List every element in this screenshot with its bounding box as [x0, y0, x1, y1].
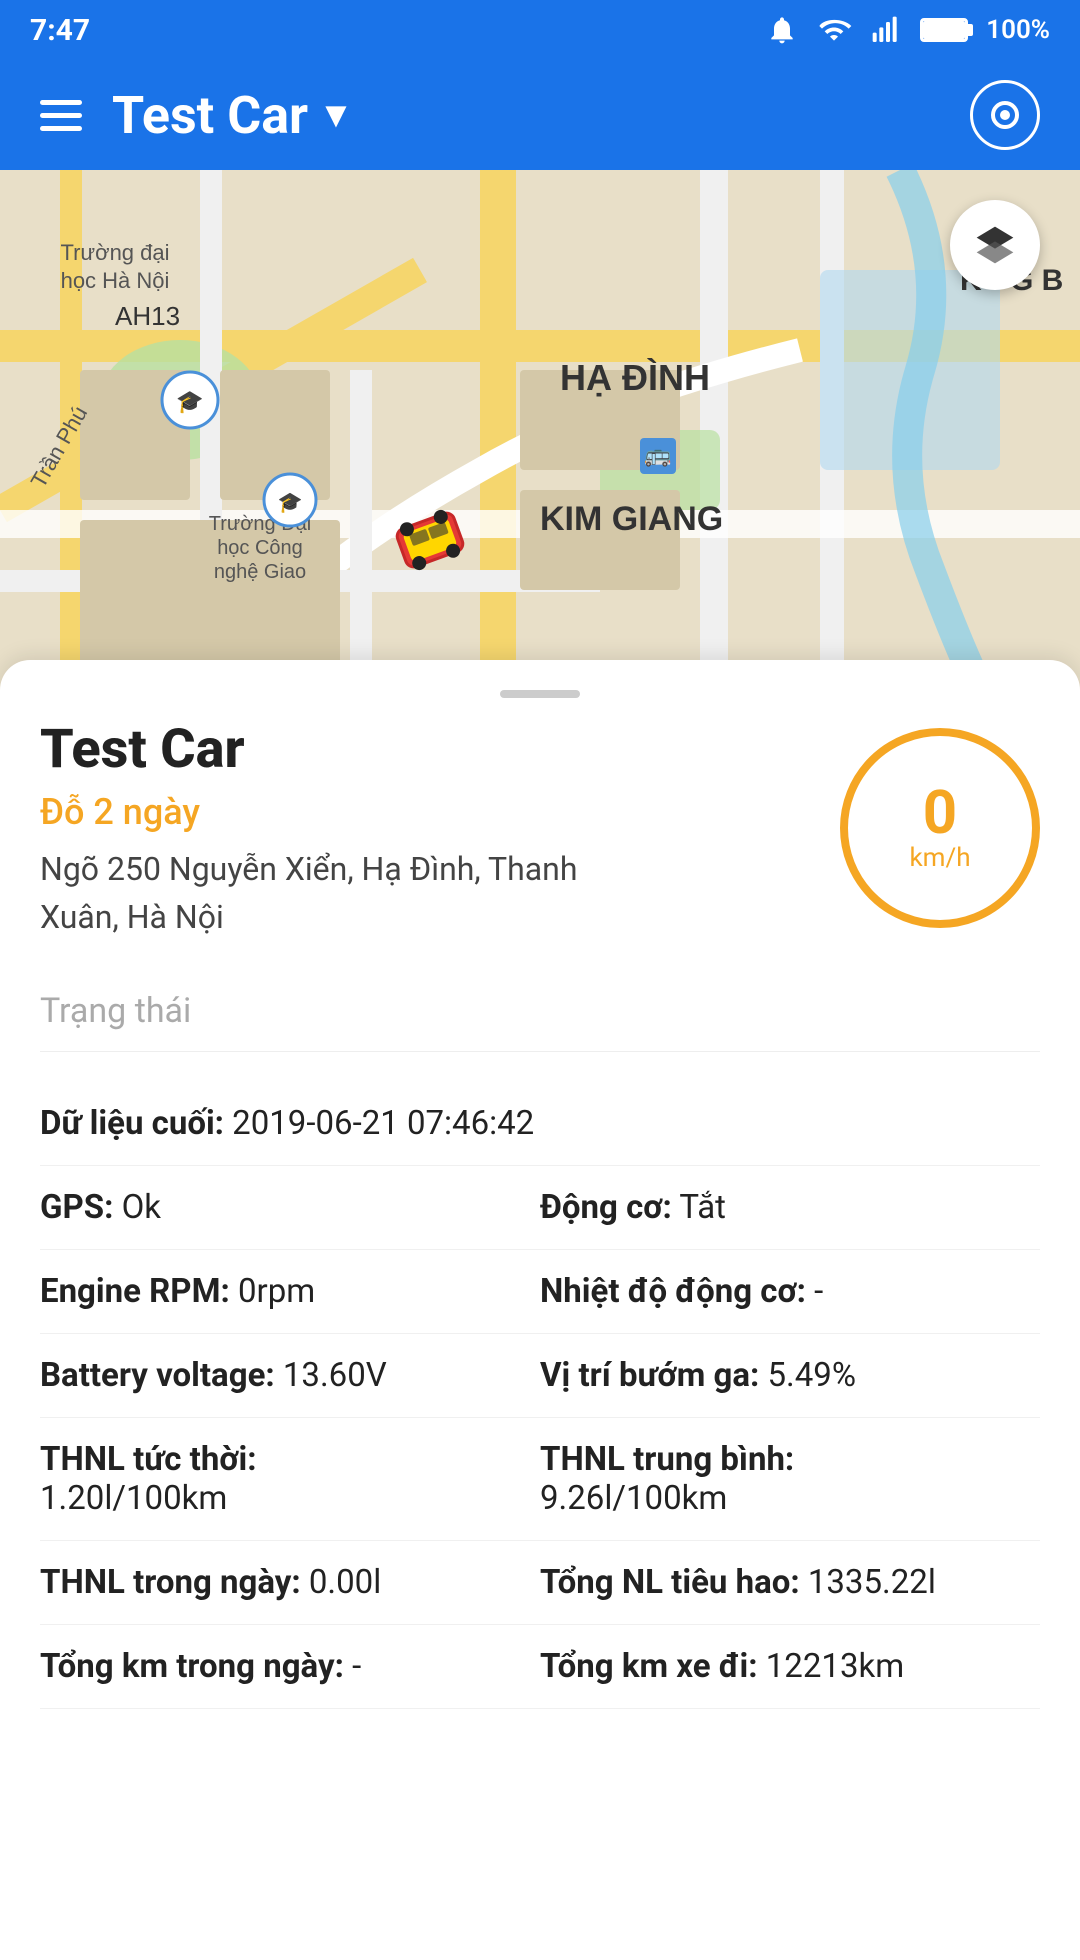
battery-label: Battery voltage: [40, 1356, 275, 1395]
throttle-label: Vị trí bướm ga: [540, 1356, 759, 1395]
km-day-total-row: Tổng km trong ngày: - Tổng km xe đi: 122… [40, 1625, 1040, 1709]
gps-cell: GPS: Ok [40, 1188, 540, 1227]
menu-button[interactable] [40, 100, 82, 131]
gps-value: Ok [122, 1188, 161, 1227]
battery-throttle-row: Battery voltage: 13.60V Vị trí bướm ga: … [40, 1334, 1040, 1418]
svg-text:học Công: học Công [217, 537, 303, 559]
engine-temp-cell: Nhiệt độ động cơ: - [540, 1272, 1040, 1311]
km-total-value: 12213km [766, 1647, 904, 1686]
svg-text:🎓: 🎓 [176, 389, 203, 414]
throttle-cell: Vị trí bướm ga: 5.49% [540, 1356, 1040, 1395]
fuel-instant-cell: THNL tức thời: 1.20l/100km [40, 1440, 540, 1518]
fuel-day-cell: THNL trong ngày: 0.00l [40, 1563, 540, 1602]
battery-cell: Battery voltage: 13.60V [40, 1356, 540, 1395]
gps-engine-row: GPS: Ok Động cơ: Tắt [40, 1166, 1040, 1250]
app-title: Test Car [112, 85, 308, 146]
fuel-instant-avg-row: THNL tức thời: 1.20l/100km THNL trung bì… [40, 1418, 1040, 1541]
fuel-total-value: 1335.22l [808, 1563, 936, 1602]
signal-icon [870, 14, 902, 46]
last-data-label: Dữ liệu cuối: [40, 1104, 224, 1143]
battery-percent: 100% [986, 15, 1050, 45]
data-section: Dữ liệu cuối: 2019-06-21 07:46:42 GPS: O… [40, 1082, 1040, 1709]
km-day-value: - [352, 1647, 361, 1686]
engine-value: Tắt [679, 1188, 726, 1227]
dropdown-arrow-icon: ▼ [318, 94, 354, 136]
last-data-value: 2019-06-21 07:46:42 [232, 1104, 534, 1143]
app-title-area[interactable]: Test Car ▼ [112, 85, 354, 146]
status-time: 7:47 [30, 13, 90, 48]
vehicle-info-left: Test Car Đỗ 2 ngày Ngõ 250 Nguyễn Xiển, … [40, 718, 840, 941]
gps-label: GPS: [40, 1188, 113, 1227]
status-bar: 7:47 100% [0, 0, 1080, 60]
speedometer: 0 km/h [840, 728, 1040, 928]
km-day-cell: Tổng km trong ngày: - [40, 1647, 540, 1686]
engine-temp-label: Nhiệt độ động cơ: [540, 1272, 806, 1311]
rpm-temp-row: Engine RPM: 0rpm Nhiệt độ động cơ: - [40, 1250, 1040, 1334]
svg-text:🚌: 🚌 [644, 442, 671, 467]
vehicle-header: Test Car Đỗ 2 ngày Ngõ 250 Nguyễn Xiển, … [40, 718, 1040, 941]
fuel-day-label: THNL trong ngày: [40, 1563, 301, 1602]
vehicle-address: Ngõ 250 Nguyễn Xiển, Hạ Đình, Thanh Xuân… [40, 845, 600, 941]
svg-text:KIM GIANG: KIM GIANG [540, 500, 723, 538]
svg-text:🎓: 🎓 [278, 490, 303, 514]
speed-value: 0 [923, 783, 957, 843]
wifi-icon [816, 14, 852, 46]
map-svg: HẠ ĐÌNH KIM GIANG AH13 Trần Phú Trường đ… [0, 170, 1080, 690]
rpm-label: Engine RPM: [40, 1272, 230, 1311]
throttle-value: 5.49% [768, 1356, 857, 1395]
fuel-total-cell: Tổng NL tiêu hao: 1335.22l [540, 1563, 1040, 1602]
last-data-row: Dữ liệu cuối: 2019-06-21 07:46:42 [40, 1082, 1040, 1166]
svg-text:AH13: AH13 [115, 301, 180, 331]
km-total-label: Tổng km xe đi: [540, 1647, 758, 1686]
km-day-label: Tổng km trong ngày: [40, 1647, 344, 1686]
vehicle-status: Đỗ 2 ngày [40, 791, 840, 833]
engine-cell: Động cơ: Tắt [540, 1188, 1040, 1227]
battery-icon [920, 18, 968, 42]
vehicle-name: Test Car [40, 718, 840, 781]
alarm-icon [766, 14, 798, 46]
fuel-day-total-row: THNL trong ngày: 0.00l Tổng NL tiêu hao:… [40, 1541, 1040, 1625]
rpm-value: 0rpm [238, 1272, 315, 1311]
rpm-cell: Engine RPM: 0rpm [40, 1272, 540, 1311]
gps-button[interactable] [970, 80, 1040, 150]
svg-text:Trường đại: Trường đại [60, 240, 169, 265]
layers-icon [973, 223, 1017, 267]
bottom-sheet: Test Car Đỗ 2 ngày Ngõ 250 Nguyễn Xiển, … [0, 660, 1080, 1960]
fuel-avg-cell: THNL trung bình: 9.26l/100km [540, 1440, 1040, 1518]
layer-toggle-button[interactable] [950, 200, 1040, 290]
engine-temp-value: - [814, 1272, 823, 1311]
sheet-handle[interactable] [40, 680, 1040, 718]
battery-value: 13.60V [283, 1356, 387, 1395]
engine-label: Động cơ: [540, 1188, 672, 1227]
svg-text:nghệ Giao: nghệ Giao [214, 561, 306, 583]
fuel-day-value: 0.00l [309, 1563, 381, 1602]
speed-unit: km/h [909, 843, 970, 873]
fuel-avg-value: 9.26l/100km [540, 1479, 1040, 1518]
km-total-cell: Tổng km xe đi: 12213km [540, 1647, 1040, 1686]
status-label: Trạng thái [40, 971, 1040, 1052]
fuel-instant-value: 1.20l/100km [40, 1479, 540, 1518]
fuel-avg-label: THNL trung bình: [540, 1440, 1040, 1479]
status-icons: 100% [766, 14, 1050, 46]
fuel-total-label: Tổng NL tiêu hao: [540, 1563, 800, 1602]
fuel-instant-label: THNL tức thời: [40, 1440, 540, 1479]
svg-text:HẠ ĐÌNH: HẠ ĐÌNH [560, 357, 710, 398]
app-bar: Test Car ▼ [0, 60, 1080, 170]
map-view[interactable]: HẠ ĐÌNH KIM GIANG AH13 Trần Phú Trường đ… [0, 170, 1080, 690]
gps-dot-icon [991, 101, 1019, 129]
svg-text:học Hà Nội: học Hà Nội [61, 268, 170, 293]
